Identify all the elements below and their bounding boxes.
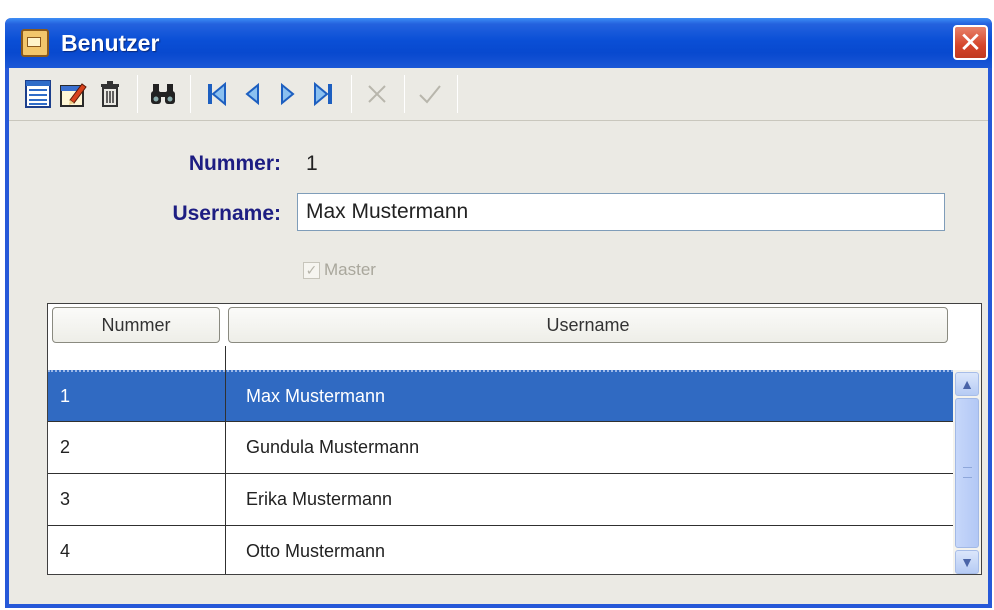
confirm-button[interactable] <box>413 76 447 112</box>
master-checkbox[interactable]: ✓ Master <box>303 260 376 280</box>
toolbar-separator <box>137 75 138 113</box>
edit-button[interactable] <box>57 76 91 112</box>
delete-button[interactable] <box>93 76 127 112</box>
chevron-up-icon: ▲ <box>960 376 974 392</box>
toolbar <box>9 68 988 121</box>
first-record-button[interactable] <box>199 76 233 112</box>
nummer-value: 1 <box>306 152 318 175</box>
last-record-icon <box>314 81 332 107</box>
vertical-scrollbar[interactable]: ▲ ▼ <box>953 370 981 574</box>
cell-nummer: 4 <box>60 541 71 561</box>
column-divider <box>225 346 226 574</box>
table-row[interactable]: 4 Otto Mustermann <box>48 526 953 574</box>
cell-username: Otto Mustermann <box>246 541 386 561</box>
table-row[interactable]: 3 Erika Mustermann <box>48 474 953 526</box>
master-label: Master <box>324 260 376 279</box>
app-icon <box>21 29 49 57</box>
users-grid: Nummer Username 1 Max Mustermann 2 Gundu… <box>47 303 982 575</box>
cell-username: Max Mustermann <box>246 386 386 406</box>
scrollbar-thumb[interactable] <box>955 398 979 548</box>
toolbar-separator <box>457 75 458 113</box>
title-bar[interactable]: Benutzer ✕ <box>5 18 992 68</box>
list-view-button[interactable] <box>21 76 55 112</box>
first-record-icon <box>208 81 226 107</box>
scroll-up-button[interactable]: ▲ <box>955 372 979 396</box>
nummer-label: Nummer: <box>188 152 281 175</box>
cell-nummer: 2 <box>60 437 71 457</box>
delete-icon <box>101 81 119 107</box>
window-title: Benutzer <box>61 29 160 56</box>
cell-username: Erika Mustermann <box>246 489 393 509</box>
last-record-button[interactable] <box>307 76 341 112</box>
next-record-icon <box>281 82 295 106</box>
toolbar-separator <box>404 75 405 113</box>
search-button[interactable] <box>146 76 180 112</box>
chevron-down-icon: ▼ <box>960 554 974 570</box>
confirm-icon <box>419 85 441 104</box>
username-label: Username: <box>172 202 281 225</box>
column-header-nummer[interactable]: Nummer <box>52 307 220 343</box>
toolbar-separator <box>351 75 352 113</box>
column-header-username[interactable]: Username <box>228 307 948 343</box>
edit-icon <box>60 83 87 107</box>
cell-username: Gundula Mustermann <box>246 437 420 457</box>
previous-record-icon <box>245 82 259 106</box>
cell-nummer: 3 <box>60 489 71 509</box>
checkmark-icon: ✓ <box>303 261 320 279</box>
search-binoculars-icon <box>151 84 175 104</box>
cancel-icon <box>368 85 386 103</box>
scroll-down-button[interactable]: ▼ <box>955 550 979 574</box>
table-row[interactable]: 1 Max Mustermann <box>48 370 953 422</box>
benutzer-window: Benutzer ✕ Nummer: 1 Username: Max Muste… <box>5 18 992 608</box>
toolbar-separator <box>190 75 191 113</box>
next-record-button[interactable] <box>271 76 305 112</box>
close-icon: ✕ <box>958 26 983 58</box>
cancel-button[interactable] <box>360 76 394 112</box>
cell-nummer: 1 <box>60 386 71 406</box>
username-input[interactable] <box>297 193 945 231</box>
previous-record-button[interactable] <box>235 76 269 112</box>
list-view-icon <box>25 80 51 108</box>
close-button[interactable]: ✕ <box>953 25 988 60</box>
table-row[interactable]: 2 Gundula Mustermann <box>48 422 953 474</box>
